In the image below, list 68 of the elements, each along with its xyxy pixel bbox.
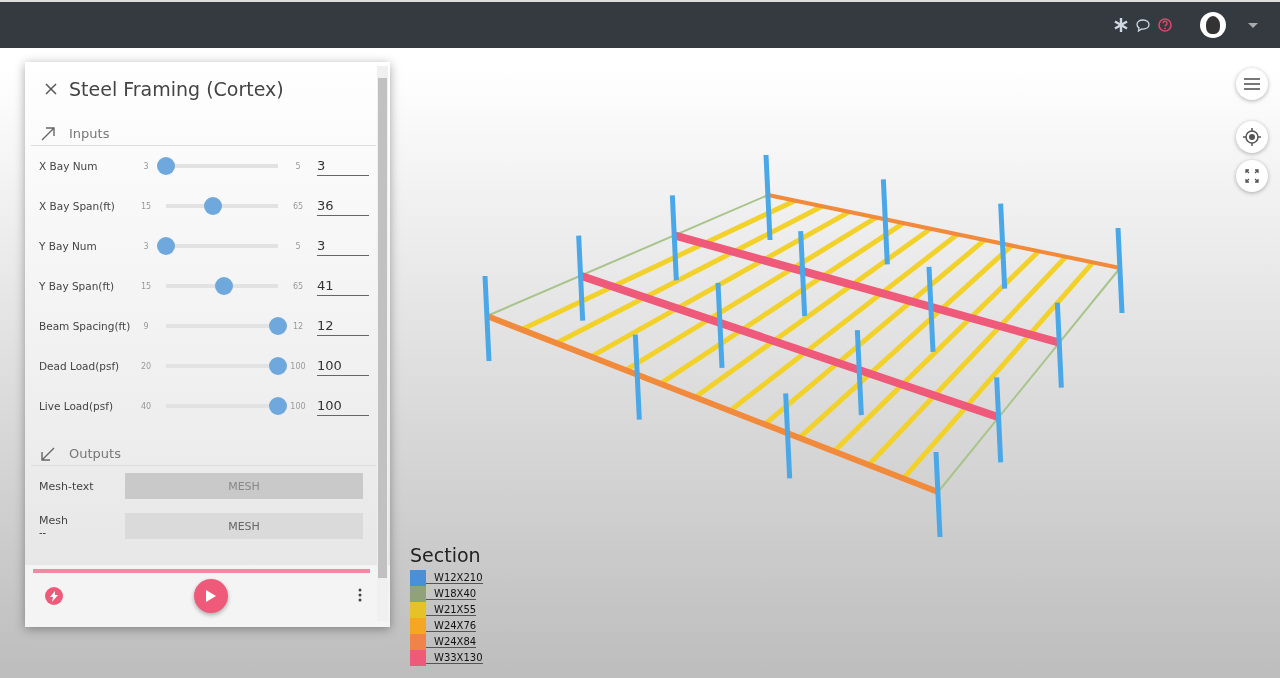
min-value: 15 [139, 281, 153, 291]
min-value: 3 [142, 161, 150, 171]
min-value: 40 [139, 401, 153, 411]
value-field[interactable]: 3 [317, 156, 369, 176]
max-value: 65 [291, 281, 305, 291]
min-value: 3 [142, 241, 150, 251]
caret-icon[interactable] [1248, 22, 1258, 28]
value-field[interactable]: 36 [317, 196, 369, 216]
section-heading: Inputs [69, 126, 110, 141]
value-field[interactable]: 41 [317, 276, 369, 296]
output-label: Mesh-text [39, 479, 95, 493]
max-value: 5 [294, 161, 302, 171]
slider-label: Dead Load(psf) [39, 360, 121, 372]
value-field[interactable]: 100 [317, 396, 369, 416]
user-avatar[interactable] [1200, 12, 1226, 38]
menu-button[interactable] [1236, 68, 1268, 100]
legend-label: W21X55 [426, 604, 477, 616]
value-field[interactable]: 100 [317, 356, 369, 376]
arrow-icon [41, 126, 55, 141]
lightning-button[interactable] [45, 587, 63, 605]
lightning-icon [50, 590, 58, 602]
min-value: 9 [142, 321, 150, 331]
chat-icon[interactable] [1136, 18, 1150, 32]
max-value: 65 [291, 201, 305, 211]
min-value: 20 [139, 361, 153, 371]
close-icon[interactable] [45, 83, 57, 95]
legend-title: Section [410, 544, 482, 566]
play-icon [205, 590, 216, 602]
slider-label: Live Load(psf) [39, 400, 114, 412]
fullscreen-button[interactable] [1236, 160, 1268, 192]
slider-label: X Bay Span(ft) [39, 200, 116, 212]
max-value: 12 [291, 321, 305, 331]
slider-thumb[interactable] [269, 317, 287, 335]
fullscreen-icon [1245, 169, 1259, 183]
max-value: 100 [289, 361, 307, 371]
output-value: -- [39, 527, 48, 538]
locate-button[interactable] [1236, 121, 1268, 153]
output-label: Mesh [39, 514, 69, 527]
value-field[interactable]: 3 [317, 236, 369, 256]
panel-title: Steel Framing (Cortex) [69, 78, 284, 100]
legend-label: W24X84 [426, 636, 477, 648]
slider-label: X Bay Num [39, 160, 99, 172]
slider-thumb[interactable] [215, 277, 234, 295]
legend-label: W12X210 [426, 572, 483, 584]
play-button[interactable] [193, 579, 228, 613]
legend-label: W33X130 [426, 652, 483, 664]
section-heading: Outputs [69, 446, 121, 461]
slider-thumb[interactable] [269, 357, 287, 375]
slider-label: Y Bay Span(ft) [39, 280, 116, 292]
max-value: 100 [289, 401, 307, 411]
legend-label: W24X76 [426, 620, 477, 632]
slider-thumb[interactable] [269, 397, 287, 415]
slider-label: Beam Spacing(ft) [39, 320, 132, 332]
slider-thumb[interactable] [157, 237, 175, 255]
min-value: 15 [139, 201, 153, 211]
max-value: 5 [294, 241, 302, 251]
slider-thumb[interactable] [204, 197, 223, 215]
value-field[interactable]: 12 [317, 316, 369, 336]
slider-thumb[interactable] [157, 157, 175, 175]
more-icon [358, 587, 362, 602]
locate-icon [1243, 128, 1261, 146]
menu-icon [1244, 78, 1260, 90]
help-icon[interactable] [1158, 18, 1172, 32]
arrow-icon [41, 446, 55, 461]
asterisk-icon[interactable] [1114, 18, 1128, 32]
scrollbar-thumb[interactable] [378, 78, 387, 578]
legend-label: W18X40 [426, 588, 477, 600]
slider-label: Y Bay Num [39, 240, 98, 252]
